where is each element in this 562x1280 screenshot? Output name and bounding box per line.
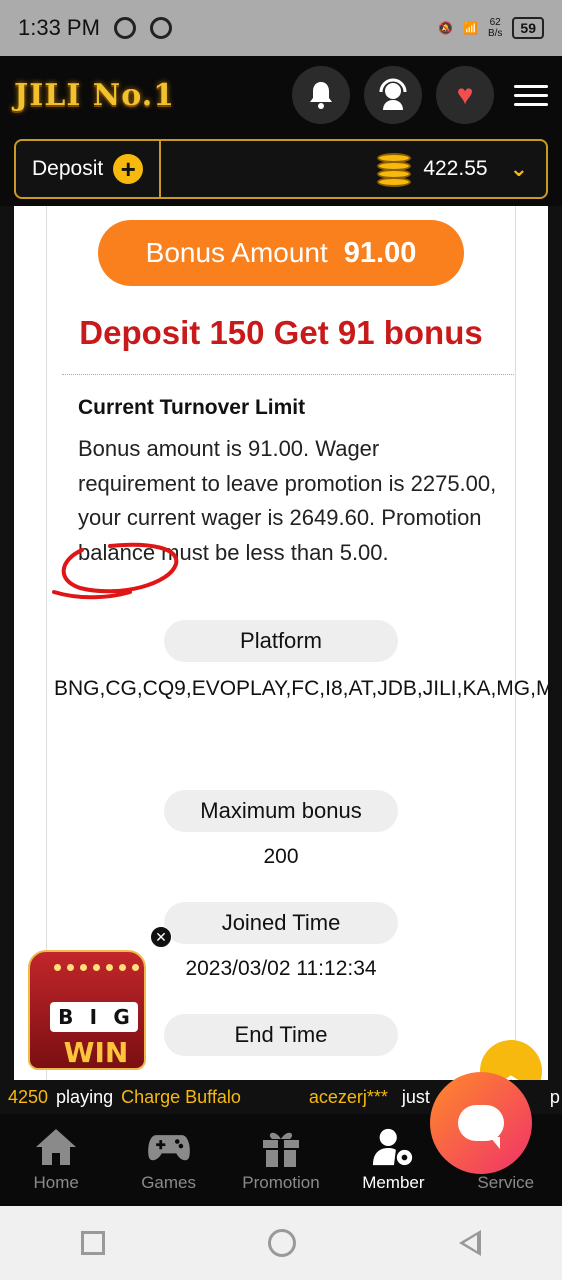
reel-g: G xyxy=(113,1005,130,1029)
mute-icon: 🔕 xyxy=(438,21,454,35)
bonus-amount-label: Bonus Amount xyxy=(145,237,328,268)
menu-icon[interactable] xyxy=(514,66,548,124)
nav-games-label: Games xyxy=(141,1173,196,1192)
deposit-label: Deposit xyxy=(32,157,104,180)
home-circle-icon[interactable] xyxy=(267,1229,296,1257)
ticker-user: acezerj*** xyxy=(308,1086,388,1107)
slot-lights xyxy=(54,964,139,971)
back-icon[interactable] xyxy=(458,1230,481,1256)
reel-i: I xyxy=(89,1005,98,1029)
max-bonus-label-text: Maximum bonus xyxy=(200,798,362,823)
chevron-down-icon: ⌄ xyxy=(509,156,528,181)
member-settings-icon xyxy=(371,1127,415,1167)
plus-icon: + xyxy=(113,154,144,184)
balance-dropdown[interactable]: 422.55 ⌄ xyxy=(375,151,546,187)
max-bonus-value: 200 xyxy=(263,845,299,868)
home-icon xyxy=(34,1127,78,1167)
end-time-label-text: End Time xyxy=(234,1022,328,1047)
turnover-heading: Current Turnover Limit xyxy=(78,396,306,419)
ticker-playing: playing xyxy=(56,1086,114,1107)
nav-promotion-label: Promotion xyxy=(242,1173,320,1192)
chat-bubble-icon xyxy=(458,1105,504,1149)
slot-machine-icon: B I G WIN xyxy=(28,950,146,1070)
bell-icon[interactable] xyxy=(292,66,350,124)
nav-home-label: Home xyxy=(33,1173,79,1192)
promotion-title: Deposit 150 Get 91 bonus xyxy=(79,314,483,351)
logo-text: JILI No.1 xyxy=(14,77,176,113)
gift-icon xyxy=(259,1127,303,1167)
end-time-label: End Time xyxy=(164,1014,398,1056)
balance-value: 422.55 xyxy=(423,157,488,180)
platform-label-text: Platform xyxy=(240,628,322,653)
red-circle-annotation xyxy=(52,542,179,600)
joined-time-label-text: Joined Time xyxy=(221,910,341,935)
net-speed: 62 B/s xyxy=(488,17,502,39)
coins-icon xyxy=(375,151,413,187)
ticker-amount: 4250 xyxy=(8,1086,49,1107)
nav-promotion[interactable]: Promotion xyxy=(225,1114,337,1206)
recents-icon[interactable] xyxy=(81,1231,106,1255)
support-agent-icon[interactable] xyxy=(364,66,422,124)
status-time: 1:33 PM xyxy=(18,15,100,40)
net-speed-value: 62 xyxy=(489,17,501,28)
platform-label: Platform xyxy=(164,620,398,662)
ticker-game: Charge Buffalo xyxy=(121,1086,241,1107)
bonus-amount-value: 91.00 xyxy=(343,236,417,269)
android-nav-bar xyxy=(0,1206,562,1280)
heart-icon[interactable]: ♥ xyxy=(436,66,494,124)
status-right: 🔕 📶 62 B/s 59 xyxy=(438,17,544,39)
battery-icon: 59 xyxy=(512,17,544,39)
nav-service-label: Service xyxy=(477,1173,535,1192)
status-bar: 1:33 PM 🔕 📶 62 B/s 59 xyxy=(0,0,562,56)
platform-value: BNG,CG,CQ9,EVOPLAY,FC,I8,AT,JDB,JILI,KA,… xyxy=(54,677,562,700)
max-bonus-label: Maximum bonus xyxy=(164,790,398,832)
reel-b: B xyxy=(58,1005,74,1029)
balance-bar: Deposit + 422.55 ⌄ xyxy=(14,139,548,199)
wifi-icon: 📶 xyxy=(463,21,478,35)
ticker-just: just xyxy=(401,1086,430,1107)
ticker-trail: p xyxy=(549,1086,560,1107)
balance-wrap: Deposit + 422.55 ⌄ xyxy=(0,134,562,206)
close-icon[interactable]: ✕ xyxy=(150,926,172,948)
joined-time-label: Joined Time xyxy=(164,902,398,944)
nav-member-label: Member xyxy=(362,1173,425,1192)
jili-logo[interactable]: JILI No.1 xyxy=(14,78,175,113)
big-win-slot-button[interactable]: B I G WIN xyxy=(24,946,154,1074)
big-win-label: WIN xyxy=(63,1036,129,1069)
app-header: JILI No.1 ♥ xyxy=(0,56,562,134)
divider xyxy=(62,374,514,375)
gamepad-icon xyxy=(147,1127,191,1167)
nav-home[interactable]: Home xyxy=(0,1114,112,1206)
net-speed-unit: B/s xyxy=(487,28,503,39)
chrome-icon xyxy=(113,17,136,39)
deposit-button[interactable]: Deposit + xyxy=(16,141,162,197)
chat-button[interactable] xyxy=(430,1072,532,1174)
nav-games[interactable]: Games xyxy=(112,1114,224,1206)
status-notification-icons xyxy=(113,17,172,39)
bonus-amount-pill: Bonus Amount 91.00 xyxy=(98,220,464,286)
chrome-icon xyxy=(149,17,172,39)
header-icons: ♥ xyxy=(292,66,548,124)
slot-reels: B I G xyxy=(50,1002,138,1032)
